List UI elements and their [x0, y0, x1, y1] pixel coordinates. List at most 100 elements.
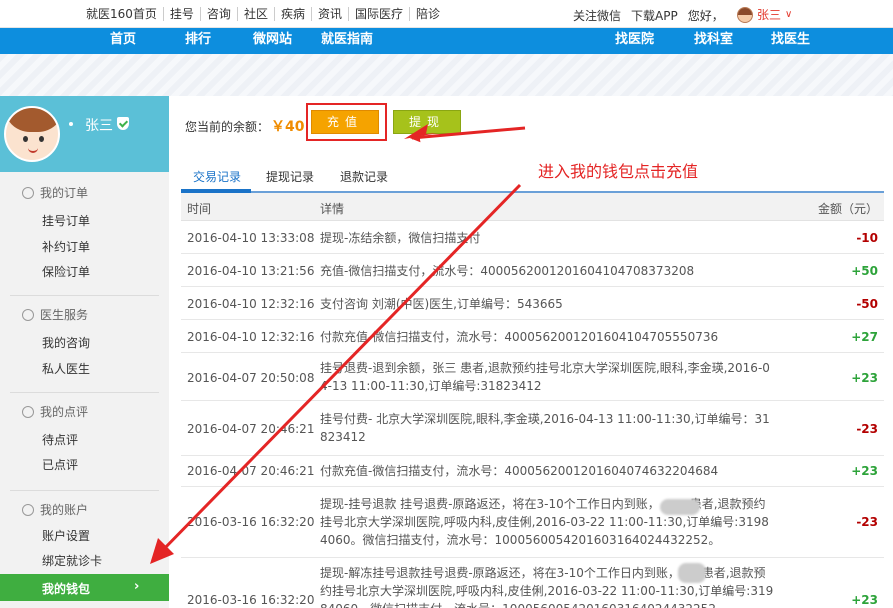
user-icon	[22, 503, 34, 516]
table-row: 2016-04-07 20:46:21 付款充值-微信扫描支付，流水号：4000…	[181, 456, 884, 487]
row-detail: 提现-挂号退款 挂号退费-原路返还，将在3-10个工作日内到账， 患者,退款预约…	[320, 497, 769, 547]
sidebar-item-register-orders[interactable]: 挂号订单	[42, 212, 90, 229]
row-time: 2016-04-07 20:46:21	[187, 422, 315, 436]
top-bar: 就医160首页 挂号 咨询 社区 疾病 资讯 国际医疗 陪诊 关注微信 下载AP…	[0, 0, 893, 28]
row-time: 2016-04-07 20:50:08	[187, 371, 315, 385]
chat-icon	[22, 308, 34, 321]
shield-check-icon	[117, 117, 129, 130]
greeting-text: 您好，	[687, 9, 724, 23]
row-time: 2016-04-07 20:46:21	[187, 464, 315, 478]
table-row: 2016-04-10 13:21:56 充值-微信扫描支付，流水号：400056…	[181, 254, 884, 287]
table-row: 2016-03-16 16:32:20 提现-挂号退款 挂号退费-原路返还，将在…	[181, 487, 884, 558]
nav-find-hospital[interactable]: 找医院	[615, 28, 654, 54]
profile-card: 张三	[0, 96, 169, 172]
wechat-link[interactable]: 关注微信	[573, 7, 621, 24]
row-amount: +27	[851, 330, 878, 344]
tab-withdrawals[interactable]: 提现记录	[266, 168, 314, 185]
user-name: 张三	[757, 8, 782, 22]
tab-bar: 交易记录 提现记录 退款记录	[181, 163, 884, 193]
section-review-title: 我的点评	[22, 403, 88, 420]
chevron-right-icon: ›	[134, 579, 140, 594]
table-row: 2016-04-07 20:50:08 挂号退费-退到余额，张三 患者,退款预约…	[181, 353, 884, 401]
row-amount: +23	[851, 371, 878, 385]
top-link-news[interactable]: 资讯	[310, 7, 348, 21]
balance-label: 您当前的余额：	[185, 119, 270, 134]
row-amount: -23	[856, 422, 878, 436]
sidebar-item-pending-review[interactable]: 待点评	[42, 431, 78, 448]
section-account-title: 我的账户	[22, 501, 88, 518]
row-time: 2016-03-16 16:32:20	[187, 515, 315, 529]
redaction-blur	[678, 563, 706, 583]
row-time: 2016-03-16 16:32:20	[187, 593, 315, 607]
top-link-escort[interactable]: 陪诊	[409, 7, 446, 21]
top-right-links: 关注微信 下载APP 您好，	[573, 7, 724, 24]
sidebar-item-my-wallet[interactable]: 我的钱包 ›	[0, 574, 169, 601]
table-header: 时间 详情 金额（元）	[181, 193, 884, 221]
main-nav: 首页 排行 微网站 就医指南 找医院 找科室 找医生	[0, 28, 893, 54]
sidebar: 张三 我的订单 挂号订单 补约订单 保险订单 医生服务 我的咨询 私人医生 我的…	[0, 96, 169, 608]
sidebar-item-insurance-orders[interactable]: 保险订单	[42, 263, 90, 280]
heart-icon	[22, 405, 34, 418]
top-link-community[interactable]: 社区	[236, 7, 274, 21]
row-amount: +23	[851, 593, 878, 607]
balance-value: ￥40	[271, 119, 305, 135]
sidebar-item-my-consult[interactable]: 我的咨询	[42, 334, 90, 351]
row-amount: +23	[851, 464, 878, 478]
chevron-down-icon: ∨	[785, 9, 793, 20]
user-menu[interactable]: 张三 ∨	[737, 6, 792, 23]
table-row: 2016-03-16 16:32:20 提现-解冻挂号退款挂号退费-原路返还，将…	[181, 558, 884, 608]
top-link-disease[interactable]: 疾病	[273, 7, 311, 21]
banner	[0, 54, 893, 96]
row-detail: 支付咨询 刘潮(中医)医生,订单编号：543665	[320, 297, 563, 311]
row-detail: 付款充值-微信扫描支付，流水号：400056200120160407463220…	[320, 464, 719, 478]
table-row: 2016-04-10 13:33:08 提现-冻结余额，微信扫描支付 -10	[181, 222, 884, 254]
top-link-intl[interactable]: 国际医疗	[347, 7, 409, 21]
row-detail: 提现-冻结余额，微信扫描支付	[320, 231, 481, 245]
top-link-consult[interactable]: 咨询	[199, 7, 237, 21]
row-time: 2016-04-10 13:21:56	[187, 264, 315, 278]
profile-username: 张三	[85, 118, 113, 134]
nav-ranking[interactable]: 排行	[185, 28, 211, 54]
top-link-register[interactable]: 挂号	[162, 7, 200, 21]
nav-microsite[interactable]: 微网站	[253, 28, 292, 54]
nav-find-department[interactable]: 找科室	[694, 28, 733, 54]
section-doctor-title: 医生服务	[22, 306, 88, 323]
tab-transactions[interactable]: 交易记录	[193, 168, 241, 185]
section-orders-title: 我的订单	[22, 184, 88, 201]
nav-home[interactable]: 首页	[110, 28, 136, 54]
row-amount: -50	[856, 297, 878, 311]
top-nav: 就医160首页 挂号 咨询 社区 疾病 资讯 国际医疗 陪诊	[80, 0, 446, 28]
header-detail: 详情	[320, 202, 345, 216]
recharge-button[interactable]: 充值	[311, 110, 379, 134]
top-link-home[interactable]: 就医160首页	[80, 7, 163, 21]
redaction-blur	[660, 499, 700, 515]
sidebar-item-reviewed[interactable]: 已点评	[42, 456, 78, 473]
tab-refunds[interactable]: 退款记录	[340, 168, 388, 185]
row-amount: -23	[856, 515, 878, 529]
row-detail: 充值-微信扫描支付，流水号：40005620012016041047083732…	[320, 264, 695, 278]
list-icon	[22, 186, 34, 199]
sidebar-item-account-settings[interactable]: 账户设置	[42, 527, 90, 544]
row-time: 2016-04-10 12:32:16	[187, 297, 315, 311]
status-dot	[69, 122, 73, 126]
row-detail: 挂号退费-退到余额，张三 患者,退款预约挂号北京大学深圳医院,眼科,李金瑛,20…	[320, 361, 770, 393]
withdraw-button[interactable]: 提现	[393, 110, 461, 134]
row-detail: 挂号付费- 北京大学深圳医院,眼科,李金瑛,2016-04-13 11:00-1…	[320, 412, 770, 444]
row-detail: 付款充值-微信扫描支付，流水号：400056200120160410470555…	[320, 330, 719, 344]
header-amount: 金额（元）	[817, 202, 878, 216]
sidebar-item-private-doctor[interactable]: 私人医生	[42, 360, 90, 377]
table-row: 2016-04-10 12:32:16 付款充值-微信扫描支付，流水号：4000…	[181, 320, 884, 353]
balance-line: 您当前的余额： ￥40	[185, 116, 305, 136]
row-detail: 提现-解冻挂号退款挂号退费-原路返还，将在3-10个工作日内到账， 患者,退款预…	[320, 566, 774, 608]
sidebar-item-bind-card[interactable]: 绑定就诊卡	[42, 552, 102, 569]
table-row: 2016-04-07 20:46:21 挂号付费- 北京大学深圳医院,眼科,李金…	[181, 401, 884, 456]
table-row: 2016-04-10 12:32:16 支付咨询 刘潮(中医)医生,订单编号：5…	[181, 287, 884, 320]
nav-find-doctor[interactable]: 找医生	[771, 28, 810, 54]
download-app-link[interactable]: 下载APP	[631, 7, 678, 24]
row-time: 2016-04-10 12:32:16	[187, 330, 315, 344]
nav-guide[interactable]: 就医指南	[321, 28, 373, 54]
sidebar-item-supplement-orders[interactable]: 补约订单	[42, 238, 90, 255]
avatar[interactable]	[4, 106, 60, 162]
avatar-icon	[737, 6, 753, 23]
row-amount: -10	[856, 231, 878, 245]
